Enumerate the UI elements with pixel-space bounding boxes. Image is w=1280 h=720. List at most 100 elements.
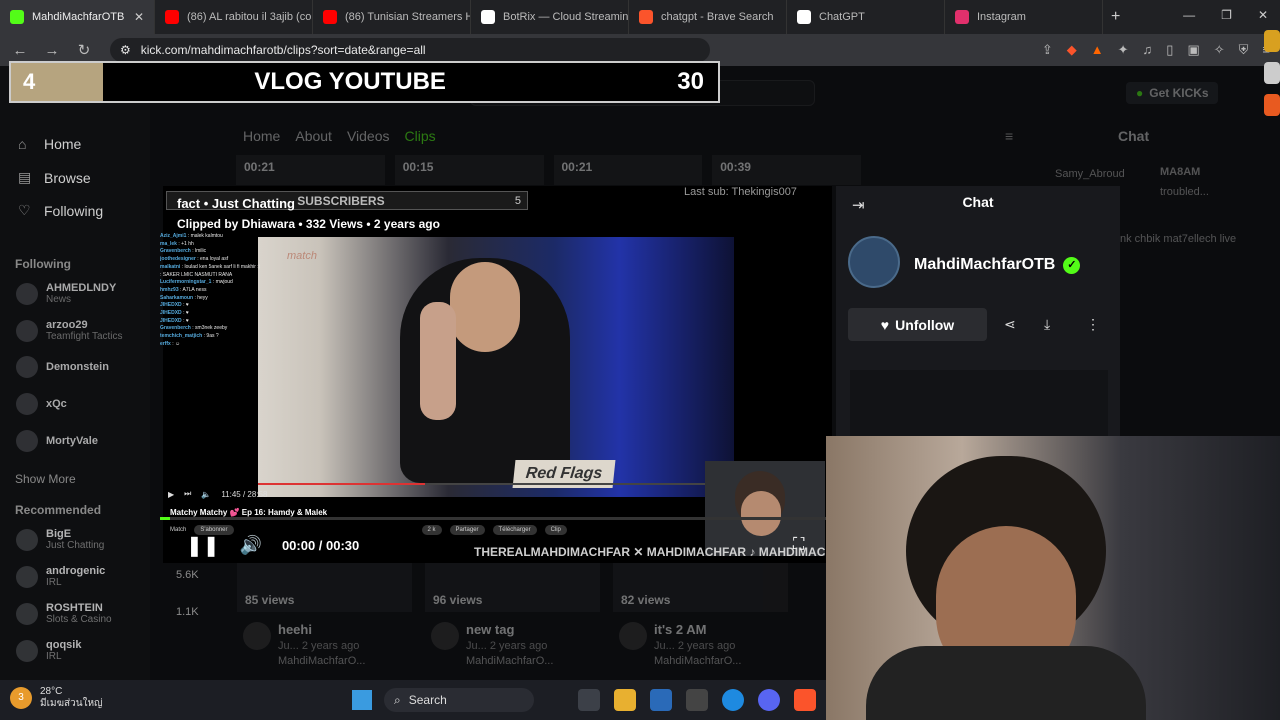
volume-icon[interactable]: 🔊 [240,535,262,556]
tab-home[interactable]: Home [243,128,280,144]
windows-start-icon[interactable] [352,690,372,710]
avatar [16,319,38,342]
streamer-webcam [826,436,1280,720]
heart-filled-icon: ♥ [880,316,890,333]
stream-goal-banner: 4 VLOG YOUTUBE 30 [9,61,720,103]
wallet-icon[interactable]: ▣ [1187,42,1199,58]
more-options-icon[interactable]: ⋮ [1086,316,1100,333]
brave-browser-icon[interactable] [794,689,816,711]
youtube-icon [323,10,337,24]
tab-title: MahdiMachfarOTB [32,11,125,23]
inner-download: Télécharger [492,525,537,535]
vpn-icon[interactable]: ⛨ [1239,42,1249,58]
channel-name: androgenic [46,565,106,577]
tab-videos[interactable]: Videos [347,128,390,144]
file-explorer-icon[interactable] [614,689,636,711]
brave-rewards-icon[interactable]: ▲ [1091,42,1104,58]
clip-progress-fill [160,517,171,520]
viewer-count: 5.6K [176,569,199,581]
kick-icon [10,10,24,24]
browser-tab[interactable]: (86) Tunisian Streamers H [313,0,471,34]
channel-category: Teamfight Tactics [46,331,123,342]
new-tab-icon[interactable]: + [1111,8,1120,26]
chat-message: ☺ [175,340,181,347]
bg-clip-card[interactable]: 96 views new tag Ju... 2 years ago MahdiMac… [425,560,600,670]
weather-widget[interactable]: 3 28°C มีเมฆส่วนใหญ่ [10,686,103,710]
close-tab-icon[interactable]: ✕ [134,10,144,24]
sidebar-channel[interactable]: androgenic IRL 5.6K [16,565,199,588]
back-icon[interactable]: ← [8,42,32,59]
browser-tab[interactable]: chatgpt - Brave Search [629,0,787,34]
close-window-icon[interactable]: ✕ [1258,8,1268,22]
sidebar-item-home[interactable]: ⌂ Home [18,136,81,152]
pause-icon[interactable]: ❚❚ [186,533,220,558]
browser-tab[interactable]: MahdiMachfarOTB ✕ [0,0,155,34]
sidebar-item-following[interactable]: ♡ Following [18,202,103,219]
clip-age: Ju... 2 years ago [654,640,736,652]
browser-tab[interactable]: BotRix — Cloud Streaming [471,0,629,34]
chat-overlay-line: Gravenberch : lmilic [160,248,207,255]
sidebar-channel[interactable]: xQc [16,393,67,415]
reload-icon[interactable]: ↻ [72,41,96,59]
forward-icon[interactable]: → [40,42,64,59]
clip-thumbnail[interactable]: 00:15 [394,155,544,185]
avatar [243,622,271,650]
channel-name[interactable]: MahdiMachfarOTB [914,256,1055,274]
taskbar-search[interactable]: ⌕ Search [384,688,534,712]
clip-channel: MahdiMachfarO... [654,655,742,667]
show-more-link[interactable]: Show More [15,472,76,486]
sidebar-channel[interactable]: arzoo29 Teamfight Tactics [16,319,123,342]
browser-tab[interactable]: ChatGPT [787,0,945,34]
unfollow-button[interactable]: ♥ Unfollow [848,308,987,341]
site-info-icon[interactable]: ⚙ [120,43,131,57]
app-icon[interactable] [686,689,708,711]
edge-app-icon[interactable] [1264,62,1280,84]
bg-chat-message: troubled... [1160,186,1209,198]
share-clip-icon[interactable]: ⋖ [1004,316,1016,333]
bg-clip-card[interactable]: 82 views it's 2 AM Ju... 2 years ago MahdiM… [613,560,788,670]
maximize-icon[interactable]: ❐ [1221,8,1232,22]
clip-thumbnail[interactable]: 00:21 [236,155,385,185]
edge-app-icon[interactable] [1264,30,1280,52]
store-icon[interactable] [650,689,672,711]
get-kicks-button[interactable]: ● Get KICKs [1126,82,1218,104]
download-icon[interactable]: ⤓ [1044,316,1050,333]
sidebar-channel[interactable]: ROSHTEIN Slots & Casino 1.1K [16,602,199,625]
collapse-chat-icon[interactable]: ≡ [1005,128,1013,144]
clip-progress-bar[interactable] [160,517,832,520]
browser-tab[interactable]: (86) AL rabitou il 3ajib (co [155,0,313,34]
goal-target: 30 [677,68,704,95]
avatar [431,622,459,650]
chat-user: JIHEDXD [160,317,182,324]
bg-clip-card[interactable]: 85 views heehi Ju... 2 years ago MahdiMachf… [237,560,412,670]
media-icon[interactable]: ♫ [1143,42,1153,58]
extensions-icon[interactable]: ✦ [1118,42,1129,58]
url-field[interactable]: ⚙ kick.com/mahdimachfarotb/clips?sort=da… [110,38,710,62]
task-view-icon[interactable] [578,689,600,711]
clip-thumbnail[interactable]: 00:39 [712,155,861,185]
channel-panel: ⇥ Chat MahdiMachfarOTB ✓ ♥ Unfollow ⋖ ⤓ … [836,186,1120,436]
tab-about[interactable]: About [295,128,332,144]
sidebar-channel[interactable]: MortyVale [16,430,98,452]
tab-clips[interactable]: Clips [405,128,436,144]
minimize-icon[interactable]: — [1183,8,1195,22]
sidebar-channel[interactable]: AHMEDLNDY News [16,282,116,305]
sidebar-channel[interactable]: BigEJust Chatting169 [16,528,194,551]
temperature: 28°C [40,686,63,697]
clip-thumbnail-row: 00:21 00:15 00:21 00:39 [236,155,861,185]
following-header: Following [15,257,71,271]
brave-shields-icon[interactable]: ◆ [1067,42,1077,58]
channel-avatar[interactable] [848,236,900,288]
leo-icon[interactable]: ✧ [1214,42,1225,58]
sidebar-item-browse[interactable]: ▤ Browse [18,169,91,186]
sidebar-channel[interactable]: qoqsik IRL [16,639,81,662]
sidebar-channel[interactable]: Demonstein [16,356,109,378]
browser-tab[interactable]: Instagram [945,0,1103,34]
edge-browser-icon[interactable] [722,689,744,711]
edge-app-icon[interactable] [1264,94,1280,116]
sidebar-toggle-icon[interactable]: ▯ [1166,42,1173,58]
fullscreen-icon[interactable]: ⛶ [793,536,804,554]
discord-icon[interactable] [758,689,780,711]
share-icon[interactable]: ⇪ [1042,42,1053,58]
clip-thumbnail[interactable]: 00:21 [553,155,703,185]
